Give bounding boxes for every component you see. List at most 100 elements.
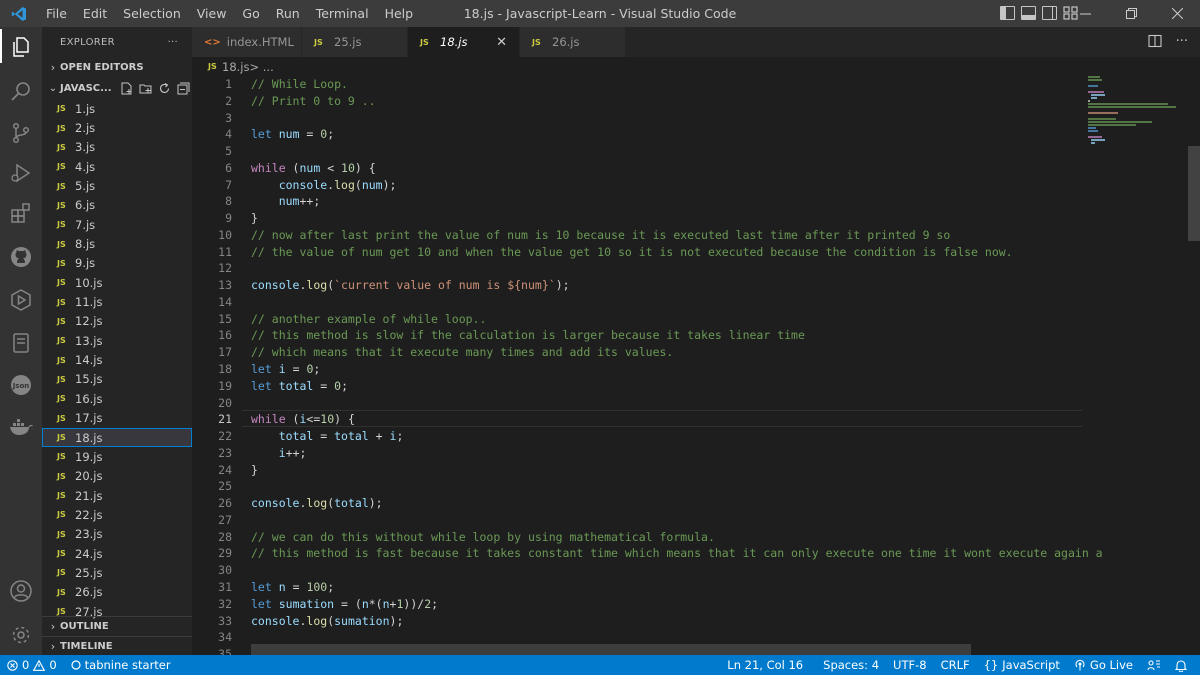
encoding[interactable]: UTF-8 (886, 655, 934, 675)
feedback-icon[interactable] (1140, 659, 1168, 672)
line-number: 11 (218, 244, 232, 259)
menu-run[interactable]: Run (268, 0, 308, 27)
github-icon[interactable] (0, 239, 42, 275)
tab-label: 25.js (334, 35, 362, 49)
notebook-icon[interactable] (0, 325, 42, 361)
collapse-all-icon[interactable] (177, 82, 190, 95)
js-file-icon: JS (57, 200, 66, 210)
outline-section[interactable]: › OUTLINE (42, 616, 192, 636)
js-file-icon: JS (57, 471, 66, 481)
file-item[interactable]: JS 12.js (42, 312, 192, 331)
file-item[interactable]: JS 23.js (42, 525, 192, 544)
end-of-line[interactable]: CRLF (934, 655, 977, 675)
source-control-icon[interactable] (0, 115, 42, 151)
close-window-button[interactable] (1154, 0, 1200, 27)
file-item[interactable]: JS 22.js (42, 505, 192, 524)
file-item[interactable]: JS 3.js (42, 138, 192, 157)
js-file-icon: JS (420, 37, 429, 47)
horizontal-scrollbar[interactable] (251, 644, 971, 655)
file-item[interactable]: JS 20.js (42, 467, 192, 486)
tab-18-js[interactable]: JS 18.js ✕ (408, 27, 520, 57)
file-item[interactable]: JS 26.js (42, 583, 192, 602)
live-share-icon[interactable] (0, 282, 42, 318)
file-item[interactable]: JS 11.js (42, 292, 192, 311)
code-line: // this method is fast because it takes … (251, 546, 1103, 561)
file-item[interactable]: JS 14.js (42, 350, 192, 369)
language-mode[interactable]: {} JavaScript (977, 655, 1067, 675)
timeline-section[interactable]: › TIMELINE (42, 636, 192, 655)
toggle-panel-icon[interactable] (1021, 6, 1036, 20)
file-item[interactable]: JS 7.js (42, 215, 192, 234)
vertical-scrollbar[interactable] (1188, 146, 1200, 241)
explorer-icon[interactable] (0, 29, 42, 65)
file-item[interactable]: JS 21.js (42, 486, 192, 505)
breadcrumb-file[interactable]: 18.js (222, 60, 249, 74)
line-number: 9 (225, 211, 232, 226)
file-item[interactable]: JS 19.js (42, 447, 192, 466)
settings-gear-icon[interactable] (0, 617, 42, 653)
folder-section[interactable]: ⌄ JAVASC... (42, 77, 192, 99)
menu-go[interactable]: Go (234, 0, 267, 27)
json-icon[interactable]: Json (0, 367, 42, 403)
run-debug-icon[interactable] (0, 155, 42, 191)
menu-terminal[interactable]: Terminal (308, 0, 377, 27)
close-tab-icon[interactable]: ✕ (496, 35, 507, 50)
code-line: } (251, 211, 258, 226)
docker-icon[interactable] (0, 409, 42, 445)
warning-icon (33, 659, 46, 671)
file-item[interactable]: JS 17.js (42, 409, 192, 428)
minimize-button[interactable] (1062, 0, 1108, 27)
file-item[interactable]: JS 6.js (42, 196, 192, 215)
extensions-icon[interactable] (0, 195, 42, 231)
menu-selection[interactable]: Selection (115, 0, 189, 27)
new-file-icon[interactable] (120, 82, 133, 95)
tab-26-js[interactable]: JS 26.js (520, 27, 626, 57)
search-icon[interactable] (0, 74, 42, 110)
tab-index-html[interactable]: <> index.HTML (192, 27, 302, 57)
file-name: 1.js (75, 101, 96, 116)
tab-bar-empty (626, 27, 1200, 57)
tabnine-status[interactable]: tabnine starter (64, 655, 178, 675)
file-item[interactable]: JS 4.js (42, 157, 192, 176)
go-live-button[interactable]: Go Live (1067, 655, 1140, 675)
file-item[interactable]: JS 5.js (42, 176, 192, 195)
indentation[interactable]: Spaces: 4 (816, 655, 886, 675)
more-actions-icon[interactable]: ··· (1176, 34, 1188, 49)
file-item[interactable]: JS 13.js (42, 331, 192, 350)
notifications-bell-icon[interactable] (1168, 659, 1194, 672)
file-item[interactable]: JS 9.js (42, 254, 192, 273)
js-file-icon: JS (57, 433, 66, 443)
open-editors-section[interactable]: › OPEN EDITORS (42, 57, 192, 77)
line-number: 28 (218, 529, 232, 544)
menu-view[interactable]: View (189, 0, 235, 27)
new-folder-icon[interactable] (139, 82, 152, 95)
file-item[interactable]: JS 2.js (42, 118, 192, 137)
minimap[interactable] (1088, 76, 1188, 166)
breadcrumb-trail[interactable]: > ... (249, 60, 273, 74)
restore-button[interactable] (1108, 0, 1154, 27)
file-item[interactable]: JS 16.js (42, 389, 192, 408)
file-item-active[interactable]: JS 18.js (42, 427, 192, 448)
code-editor[interactable]: 1 2 3 4 5 6 7 8 9 10 11 12 13 14 15 16 1… (192, 76, 1200, 655)
js-file-icon: JS (57, 123, 66, 133)
file-item[interactable]: JS 8.js (42, 234, 192, 253)
more-actions-icon[interactable]: ··· (168, 37, 178, 48)
menu-edit[interactable]: Edit (75, 0, 115, 27)
menu-file[interactable]: File (38, 0, 75, 27)
tab-25-js[interactable]: JS 25.js (302, 27, 408, 57)
braces-icon: {} (983, 658, 999, 672)
account-icon[interactable] (0, 573, 42, 609)
file-item[interactable]: JS 24.js (42, 544, 192, 563)
file-item[interactable]: JS 1.js (42, 99, 192, 118)
file-item[interactable]: JS 10.js (42, 273, 192, 292)
file-name: 7.js (75, 217, 96, 232)
split-editor-icon[interactable] (1148, 34, 1162, 48)
toggle-secondary-sidebar-icon[interactable] (1042, 6, 1057, 20)
cursor-position[interactable]: Ln 21, Col 16 (720, 655, 810, 675)
file-item[interactable]: JS 15.js (42, 370, 192, 389)
problems-status[interactable]: 0 0 (0, 655, 64, 675)
refresh-icon[interactable] (158, 82, 171, 95)
toggle-primary-sidebar-icon[interactable] (1000, 6, 1015, 20)
file-item[interactable]: JS 25.js (42, 563, 192, 582)
